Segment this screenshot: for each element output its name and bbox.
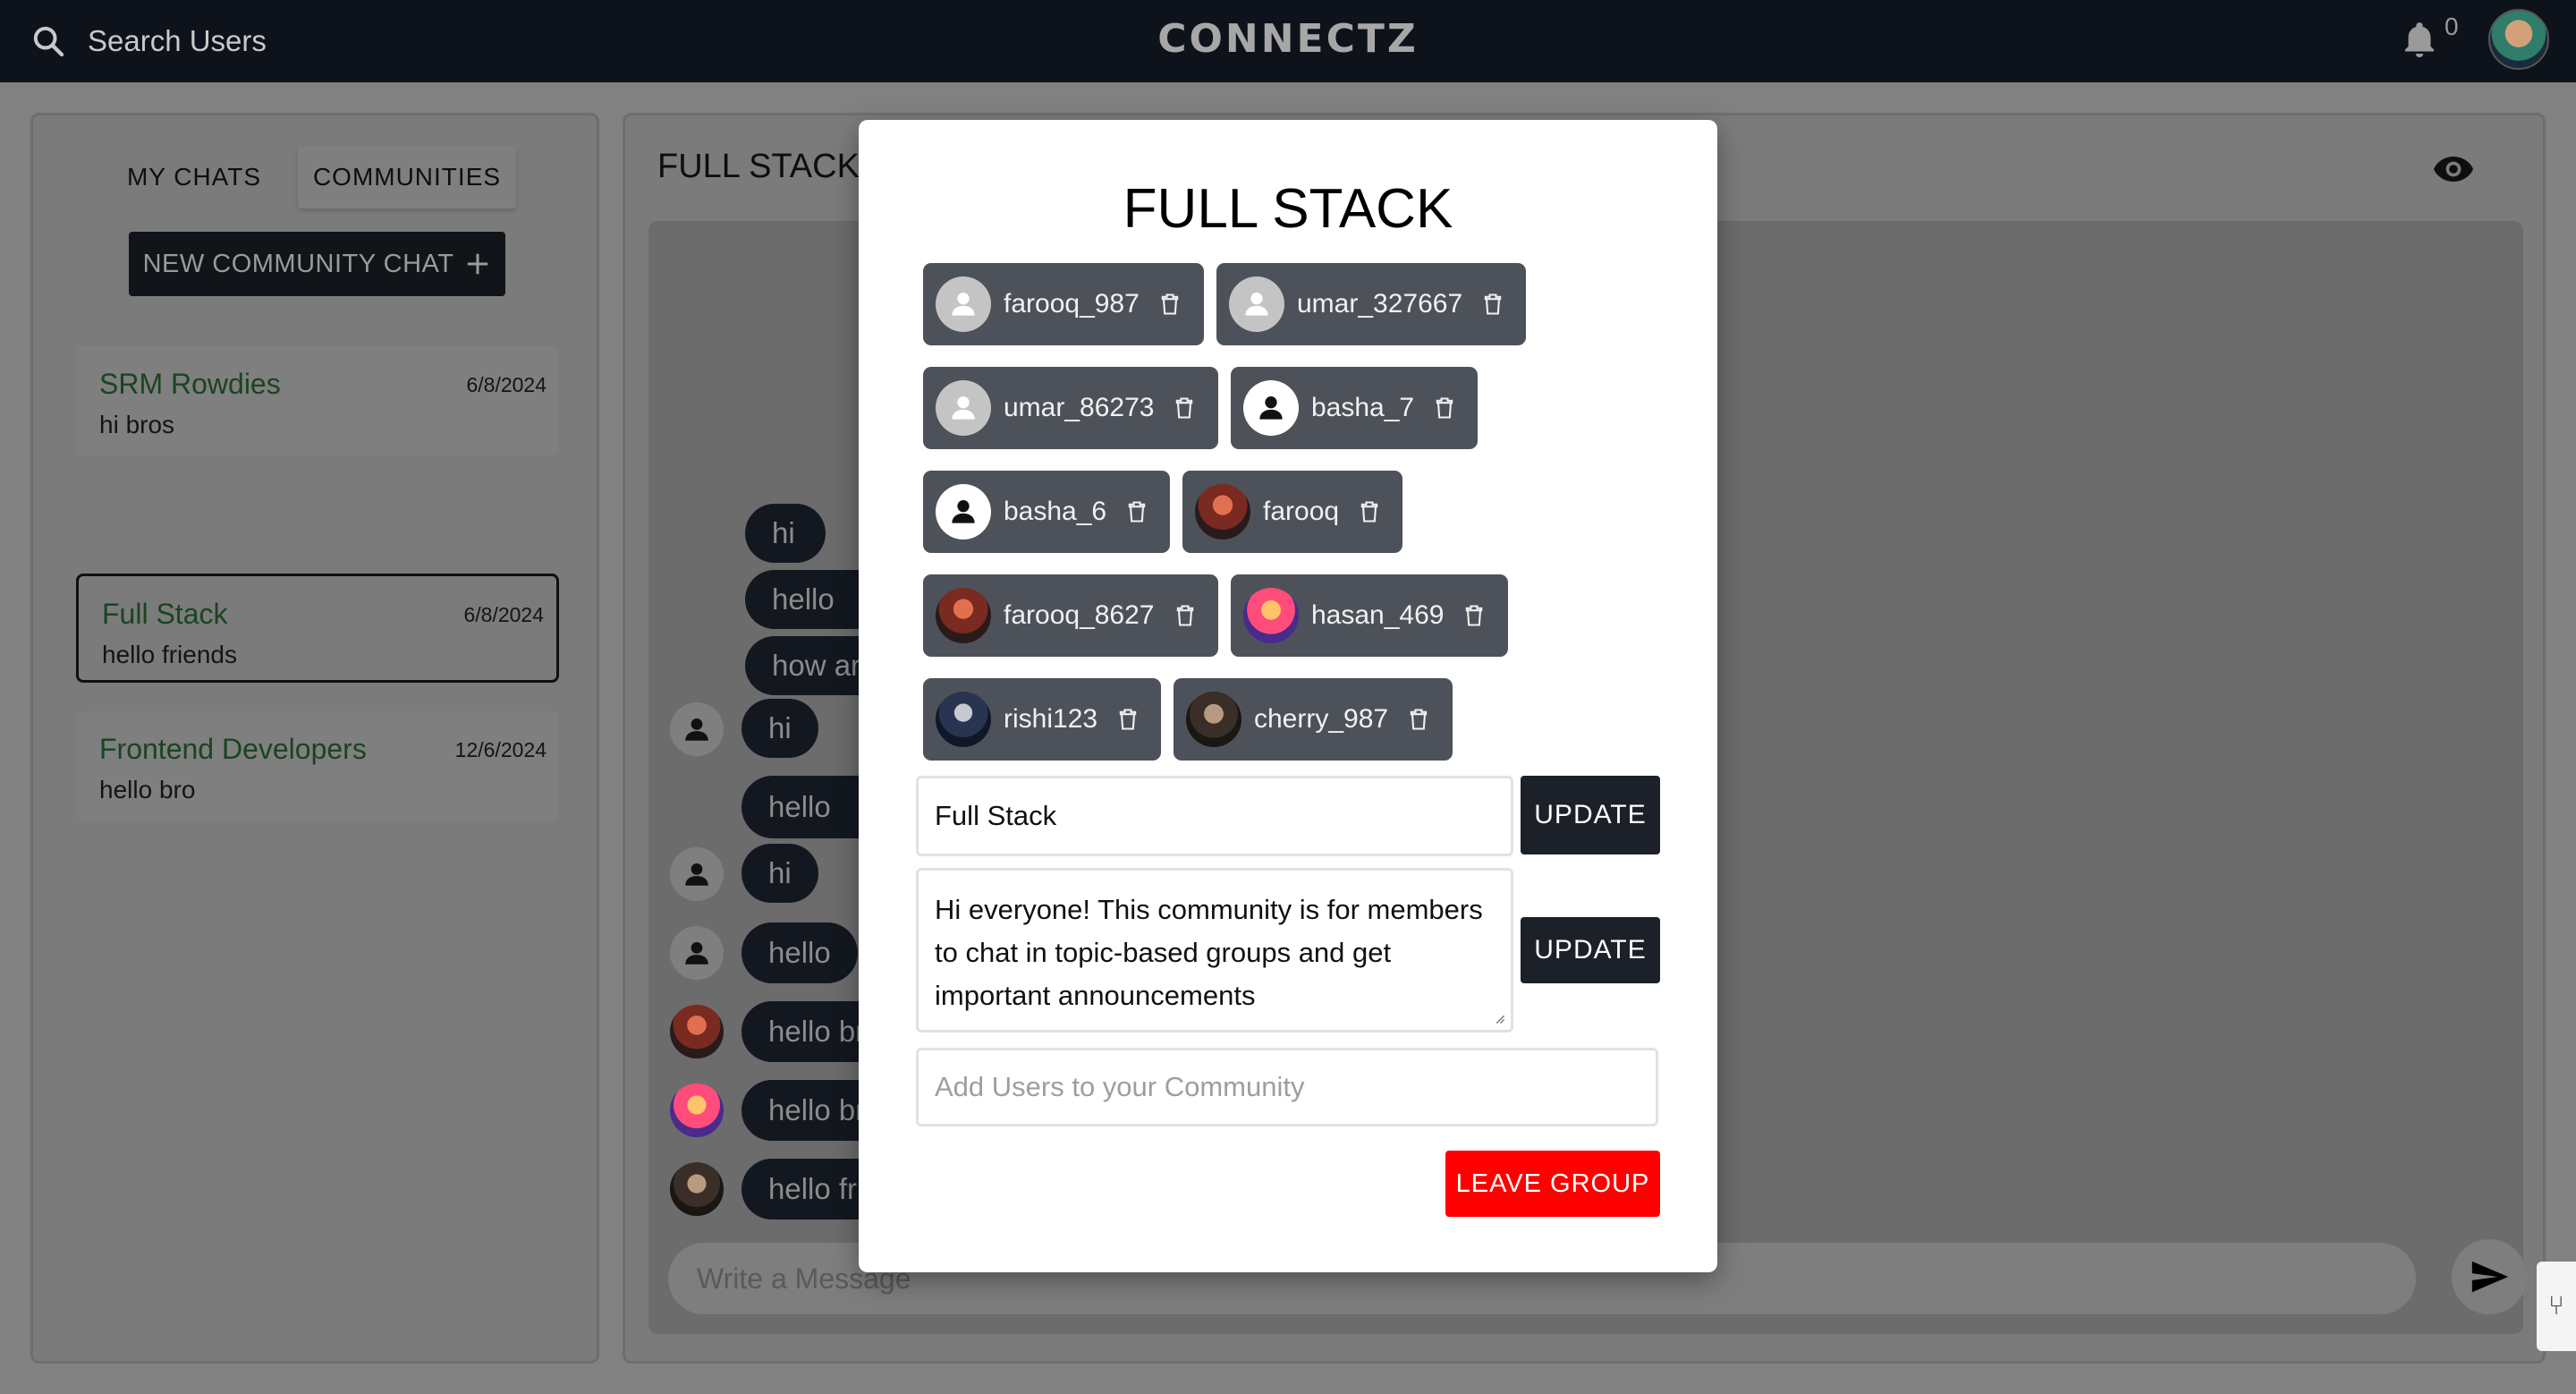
notification-count: 0 [2445,13,2459,40]
member-chip[interactable]: farooq_987 [923,263,1204,345]
new-community-chat-button[interactable]: NEW COMMUNITY CHAT [129,232,505,296]
community-description-textarea[interactable]: Hi everyone! This community is for membe… [916,868,1513,1033]
user-avatar-icon [670,847,724,901]
user-avatar-icon [670,926,724,980]
trash-icon[interactable] [1480,291,1505,318]
trash-icon[interactable] [1406,706,1431,733]
profile-avatar[interactable] [2488,9,2549,70]
message-bubble: hi [741,844,818,903]
trash-icon[interactable] [1357,498,1382,525]
chat-item-srm-rowdies[interactable]: SRM Rowdies hi bros 6/8/2024 [76,346,559,455]
chat-name: Frontend Developers [99,733,367,765]
chat-item-full-stack[interactable]: Full Stack hello friends 6/8/2024 [76,574,559,683]
trash-icon[interactable] [1172,395,1197,421]
member-chip[interactable]: umar_86273 [923,367,1218,449]
chat-last-message: hello bro [99,776,196,803]
member-chip[interactable]: basha_7 [1231,367,1478,449]
send-button[interactable] [2452,1239,2527,1314]
message-bubble: hello [741,922,858,983]
default-avatar-icon [1229,276,1284,332]
member-name: farooq_987 [1004,289,1140,319]
chat-sidebar: MY CHATS COMMUNITIES NEW COMMUNITY CHAT … [30,113,599,1364]
member-avatar [1186,692,1241,747]
plus-icon [468,253,488,275]
user-avatar [670,1162,724,1216]
user-avatar [670,1084,724,1137]
trash-icon[interactable] [1124,498,1149,525]
new-community-chat-label: NEW COMMUNITY CHAT [142,249,454,278]
leave-group-button[interactable]: LEAVE GROUP [1445,1151,1660,1217]
chat-item-frontend-developers[interactable]: Frontend Developers hello bro 12/6/2024 [76,711,559,820]
notification-bell-icon[interactable] [2399,18,2440,63]
member-avatar [936,692,991,747]
member-chip[interactable]: farooq_8627 [923,574,1218,657]
member-chip[interactable]: cherry_987 [1174,678,1453,761]
member-name: farooq [1263,497,1340,526]
community-name-input[interactable]: Full Stack [916,776,1513,856]
chat-last-message: hi bros [99,411,175,438]
chat-title: FULL STACK [657,148,860,185]
member-name: umar_86273 [1004,393,1155,422]
description-text: Hi everyone! This community is for membe… [935,894,1483,1011]
user-avatar-icon [670,702,724,756]
trash-icon[interactable] [1432,395,1457,421]
default-avatar-icon [936,380,991,436]
chat-date: 12/6/2024 [454,738,547,761]
group-settings-modal: FULL STACK farooq_987 umar_327667 umar_8… [859,120,1717,1272]
brand-logo: CONNECTZ [1157,16,1419,62]
side-handle-tab[interactable]: ⑂ [2537,1262,2576,1351]
default-avatar-icon [936,276,991,332]
chat-date: 6/8/2024 [463,603,544,626]
member-name: rishi123 [1004,704,1098,734]
send-icon [2471,1261,2509,1293]
trash-icon[interactable] [1462,602,1487,629]
member-chip[interactable]: rishi123 [923,678,1161,761]
member-chip[interactable]: hasan_469 [1231,574,1508,657]
default-avatar-icon [1243,380,1299,436]
trash-icon[interactable] [1173,602,1198,629]
tab-communities[interactable]: COMMUNITIES [298,146,516,208]
chat-name: Full Stack [102,598,228,630]
member-name: basha_6 [1004,497,1107,526]
trash-icon[interactable] [1157,291,1182,318]
message-bubble: hi [741,699,818,758]
member-avatar [1195,484,1250,540]
eye-icon[interactable] [2432,151,2475,187]
trash-icon[interactable] [1115,706,1140,733]
update-description-button[interactable]: UPDATE [1521,917,1660,983]
chat-name: SRM Rowdies [99,368,281,400]
member-avatar [936,588,991,643]
member-chip[interactable]: umar_327667 [1216,263,1526,345]
default-avatar-icon [936,484,991,540]
member-name: farooq_8627 [1004,600,1155,630]
message-bubble: hi [745,504,826,563]
member-name: basha_7 [1311,393,1415,422]
resize-grip-icon[interactable] [1493,1012,1505,1024]
add-users-input[interactable]: Add Users to your Community [916,1048,1658,1126]
update-name-button[interactable]: UPDATE [1521,776,1660,854]
tab-my-chats[interactable]: MY CHATS [105,146,284,208]
top-bar: Search Users CONNECTZ 0 [0,0,2576,82]
chat-date: 6/8/2024 [466,373,547,396]
member-name: hasan_469 [1311,600,1445,630]
user-avatar [670,1005,724,1058]
modal-title: FULL STACK [1123,178,1453,240]
member-chip[interactable]: farooq [1182,471,1402,553]
chat-last-message: hello friends [102,641,237,668]
member-name: cherry_987 [1254,704,1389,734]
member-name: umar_327667 [1297,289,1463,319]
member-chip[interactable]: basha_6 [923,471,1170,553]
member-avatar [1243,588,1299,643]
